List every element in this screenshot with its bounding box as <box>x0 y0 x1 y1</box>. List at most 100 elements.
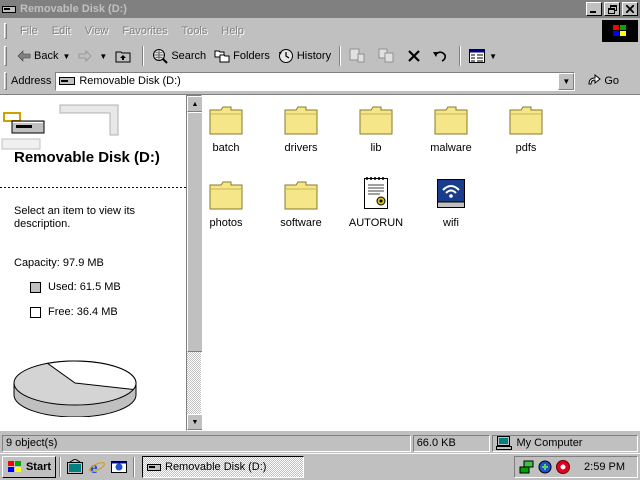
window-title: Removable Disk (D:) <box>20 3 127 15</box>
start-label: Start <box>25 461 52 473</box>
wifi-file-icon <box>437 179 465 208</box>
menu-tools[interactable]: Tools <box>175 25 215 37</box>
views-dropdown-icon[interactable]: ▼ <box>489 52 497 61</box>
file-label: pdfs <box>515 142 537 154</box>
menu-view[interactable]: View <box>78 25 116 37</box>
file-label: drivers <box>284 142 318 154</box>
back-button[interactable]: Back ▼ <box>13 45 74 67</box>
quicklaunch-channels[interactable] <box>108 456 130 478</box>
folder-batch[interactable]: batch <box>189 99 263 154</box>
drive-icon <box>2 6 16 13</box>
toolbar-separator <box>339 46 342 66</box>
taskbar-separator <box>133 457 135 477</box>
folder-malware[interactable]: malware <box>414 99 488 154</box>
views-button[interactable]: ▼ <box>465 45 501 67</box>
windows-flag-icon <box>7 461 21 472</box>
used-swatch <box>30 281 41 293</box>
copy-to-button[interactable] <box>374 45 403 67</box>
menu-edit[interactable]: Edit <box>45 25 78 37</box>
menu-favorites[interactable]: Favorites <box>115 25 174 37</box>
taskbar-window-label: Removable Disk (D:) <box>165 461 267 473</box>
file-label: malware <box>430 142 472 154</box>
folder-drivers[interactable]: drivers <box>264 99 338 154</box>
address-grip[interactable] <box>4 72 7 90</box>
capacity-text: Capacity: 97.9 MB <box>14 257 104 269</box>
file-label: lib <box>370 142 382 154</box>
address-input[interactable]: Removable Disk (D:) ▼ <box>55 71 576 91</box>
search-label: Search <box>171 50 207 62</box>
up-folder-button[interactable] <box>111 45 138 67</box>
file-label: wifi <box>443 217 459 229</box>
quicklaunch-ie[interactable]: e <box>86 456 108 478</box>
quicklaunch-desktop[interactable] <box>64 456 86 478</box>
folder-icon <box>209 181 243 210</box>
delete-button[interactable] <box>403 45 428 67</box>
folder-icon <box>434 106 468 135</box>
file-label: software <box>280 217 322 229</box>
security-alert-icon[interactable] <box>555 459 571 475</box>
file-wifi[interactable]: wifi <box>414 174 488 229</box>
used-text: Used: 61.5 MB <box>48 281 121 293</box>
minimize-button[interactable] <box>586 2 602 16</box>
back-label: Back <box>34 50 59 62</box>
toolbar-grip[interactable] <box>4 46 7 66</box>
system-tray: 2:59 PM <box>514 456 638 478</box>
volume-icon[interactable] <box>537 459 553 475</box>
go-button[interactable]: Go <box>585 74 619 88</box>
clock[interactable]: 2:59 PM <box>584 461 625 473</box>
forward-dropdown-icon[interactable]: ▼ <box>99 52 107 61</box>
status-bar: 9 object(s) 66.0 KB My Computer <box>0 433 640 453</box>
back-arrow-icon <box>17 50 31 62</box>
folder-lib[interactable]: lib <box>339 99 413 154</box>
menu-help[interactable]: Help <box>214 25 251 37</box>
scroll-down-button[interactable]: ▼ <box>187 414 203 430</box>
taskbar-window-button[interactable]: Removable Disk (D:) <box>142 456 304 478</box>
folder-icon <box>209 106 243 135</box>
free-swatch <box>30 306 41 318</box>
folders-button[interactable]: Folders <box>210 45 274 67</box>
network-icon[interactable] <box>519 459 535 475</box>
history-clock-icon <box>278 49 293 63</box>
move-to-icon <box>349 48 365 63</box>
close-button[interactable] <box>622 2 638 16</box>
menu-file[interactable]: File <box>13 25 45 37</box>
webview-info-panel: Removable Disk (D:) Select an item to vi… <box>0 95 186 431</box>
channels-icon <box>111 461 127 473</box>
file-label: batch <box>212 142 240 154</box>
undo-button[interactable] <box>428 45 455 67</box>
search-button[interactable]: Search <box>148 45 210 67</box>
status-zone-label: My Computer <box>516 437 583 449</box>
close-icon <box>626 5 634 13</box>
minimize-icon <box>590 11 596 13</box>
removable-disk-icon <box>1 104 119 150</box>
setup-info-file-icon <box>364 177 388 209</box>
restore-button[interactable] <box>604 2 620 16</box>
folder-photos[interactable]: photos <box>189 174 263 229</box>
undo-icon <box>433 51 447 62</box>
back-dropdown-icon[interactable]: ▼ <box>62 52 70 61</box>
panel-title: Removable Disk (D:) <box>14 149 160 166</box>
show-desktop-icon <box>67 459 83 474</box>
folders-label: Folders <box>233 50 270 62</box>
menu-grip[interactable] <box>4 23 7 39</box>
history-label: History <box>296 50 332 62</box>
up-folder-icon <box>115 51 131 63</box>
free-legend: Free: 36.4 MB <box>30 306 118 318</box>
disk-usage-pie <box>13 360 137 417</box>
address-dropdown-button[interactable]: ▼ <box>558 72 575 90</box>
title-bar[interactable]: Removable Disk (D:) <box>0 0 640 18</box>
folder-software[interactable]: software <box>264 174 338 229</box>
folder-icon <box>509 106 543 135</box>
move-to-button[interactable] <box>345 45 374 67</box>
start-button[interactable]: Start <box>2 456 56 478</box>
forward-button[interactable]: ▼ <box>74 45 111 67</box>
file-list[interactable]: batch drivers lib malware pdfs photos so… <box>202 95 640 431</box>
address-label: Address <box>11 75 52 87</box>
windows-logo <box>602 20 638 42</box>
folder-pdfs[interactable]: pdfs <box>489 99 563 154</box>
copy-to-icon <box>378 48 394 63</box>
history-button[interactable]: History <box>274 45 335 67</box>
toolbar-separator <box>142 46 145 66</box>
folder-icon <box>359 106 393 135</box>
file-autorun[interactable]: AUTORUN <box>339 174 413 229</box>
